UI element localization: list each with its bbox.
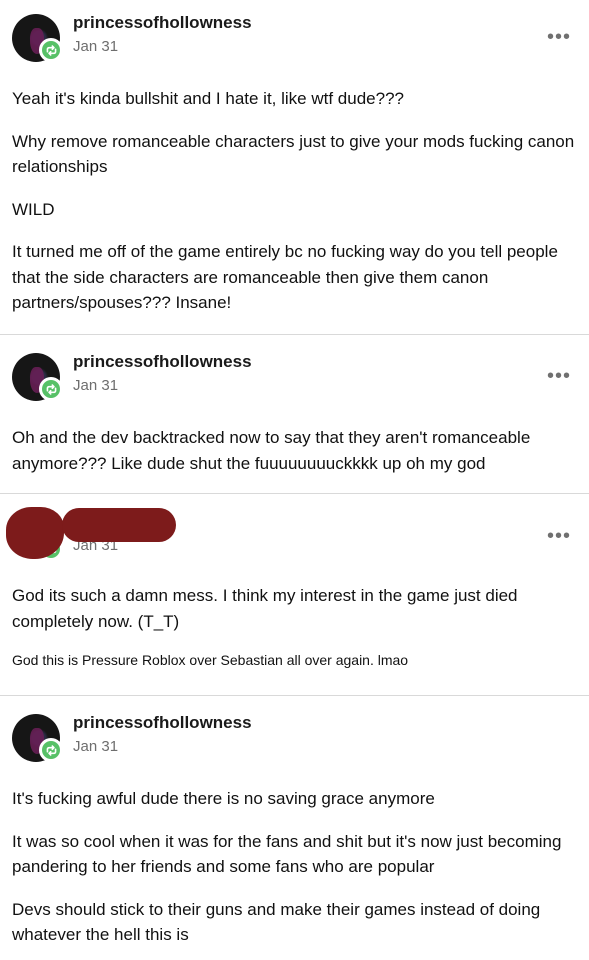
reblog-post-4: princessofhollowness Jan 31 It's fucking… <box>0 696 589 960</box>
more-options-icon[interactable]: ••• <box>547 366 571 386</box>
reblog-icon <box>39 738 63 762</box>
reblog-post-2: princessofhollowness Jan 31 ••• Oh and t… <box>0 335 589 494</box>
post-paragraph: God its such a damn mess. I think my int… <box>12 586 518 631</box>
post-small-text: God this is Pressure Roblox over Sebasti… <box>12 652 409 668</box>
post-date[interactable]: Jan 31 <box>73 38 118 55</box>
post-header: princessofhollowness Jan 31 <box>12 711 577 781</box>
username-link[interactable]: princessofhollowness <box>73 352 252 372</box>
post-header: princessofhollowness Jan 31 ••• <box>12 11 577 81</box>
post-paragraph: It was so cool when it was for the fans … <box>12 831 562 877</box>
reblog-post-1: princessofhollowness Jan 31 ••• Yeah it'… <box>0 0 589 335</box>
post-paragraph: It's fucking awful dude there is no savi… <box>12 789 435 808</box>
post-paragraph: It turned me off of the game entirely bc… <box>12 242 558 312</box>
redaction-username <box>62 508 176 542</box>
more-options-icon[interactable]: ••• <box>547 526 571 546</box>
reblog-icon <box>39 38 63 62</box>
more-options-icon[interactable]: ••• <box>547 27 571 47</box>
post-header: Jan 31 ••• <box>6 507 577 580</box>
redaction-avatar <box>6 507 64 559</box>
reblog-icon <box>39 377 63 401</box>
post-paragraph: Yeah it's kinda bullshit and I hate it, … <box>12 89 404 108</box>
reblog-post-3: Jan 31 ••• God its such a damn mess. I t… <box>0 494 589 696</box>
post-header: princessofhollowness Jan 31 ••• <box>12 350 577 420</box>
post-paragraph: Devs should stick to their guns and make… <box>12 899 541 945</box>
post-paragraph: Why remove romanceable characters just t… <box>12 131 575 177</box>
username-link[interactable]: princessofhollowness <box>73 13 252 33</box>
post-date[interactable]: Jan 31 <box>73 738 118 755</box>
post-paragraph: Oh and the dev backtracked now to say th… <box>12 428 531 473</box>
post-paragraph: WILD <box>12 199 55 219</box>
post-date[interactable]: Jan 31 <box>73 377 118 394</box>
username-link[interactable]: princessofhollowness <box>73 713 252 733</box>
